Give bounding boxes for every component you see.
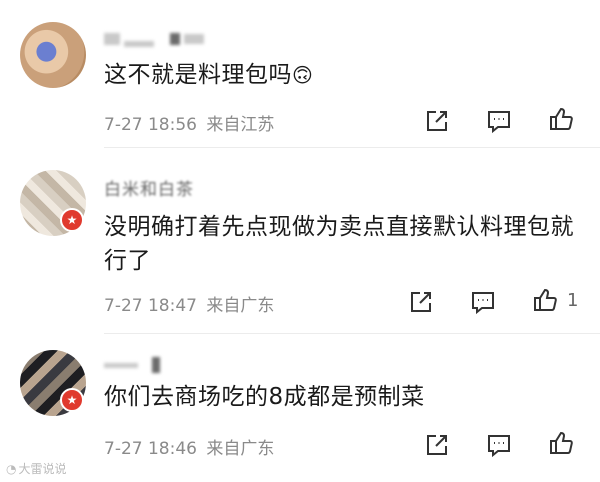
comment-location: 来自广东	[206, 439, 275, 459]
comment-meta: 7-27 18:56 来自江苏	[104, 110, 274, 135]
comment-icon[interactable]	[486, 432, 512, 458]
comment-icon[interactable]	[486, 108, 512, 134]
comment-item: ★ 白米和白茶 没明确打着先点现做为卖点直接默认料理包就行了 7-27 18:4…	[0, 148, 600, 334]
comment-item: ★ 你们去商场吃的8成都是预制菜 7-27 18:46 来自广东	[0, 334, 600, 482]
share-icon[interactable]	[424, 432, 450, 458]
like-icon[interactable]	[532, 287, 558, 313]
like-icon[interactable]	[548, 106, 574, 132]
username-blurred[interactable]	[104, 356, 160, 374]
verified-badge-icon: ★	[60, 208, 84, 232]
weibo-logo-icon: ◔	[6, 461, 17, 476]
comment-meta: 7-27 18:46 来自广东	[104, 434, 274, 459]
comment-meta: 7-27 18:47 来自广东	[104, 291, 274, 316]
comment-location: 来自广东	[206, 296, 275, 316]
avatar[interactable]	[20, 22, 86, 88]
comment-text: 没明确打着先点现做为卖点直接默认料理包就行了	[104, 214, 574, 274]
username[interactable]: 白米和白茶	[104, 178, 194, 200]
username-blurred[interactable]	[104, 30, 204, 48]
comment-time: 7-27 18:46	[104, 439, 197, 459]
comment-time: 7-27 18:47	[104, 296, 197, 316]
comment-icon[interactable]	[470, 289, 496, 315]
share-icon[interactable]	[424, 108, 450, 134]
watermark: ◔ 大雷说说	[6, 461, 67, 477]
like-icon[interactable]	[548, 430, 574, 456]
face-emoji-icon: 🙃	[292, 63, 314, 87]
like-count: 1	[567, 290, 579, 311]
verified-badge-icon: ★	[60, 388, 84, 412]
comment-item: 这不就是料理包吗🙃 7-27 18:56 来自江苏	[0, 0, 600, 148]
comment-time: 7-27 18:56	[104, 115, 197, 135]
share-icon[interactable]	[408, 289, 434, 315]
comment-location: 来自江苏	[206, 115, 275, 135]
comment-text: 这不就是料理包吗🙃	[104, 62, 314, 88]
comment-text: 你们去商场吃的8成都是预制菜	[104, 384, 425, 410]
